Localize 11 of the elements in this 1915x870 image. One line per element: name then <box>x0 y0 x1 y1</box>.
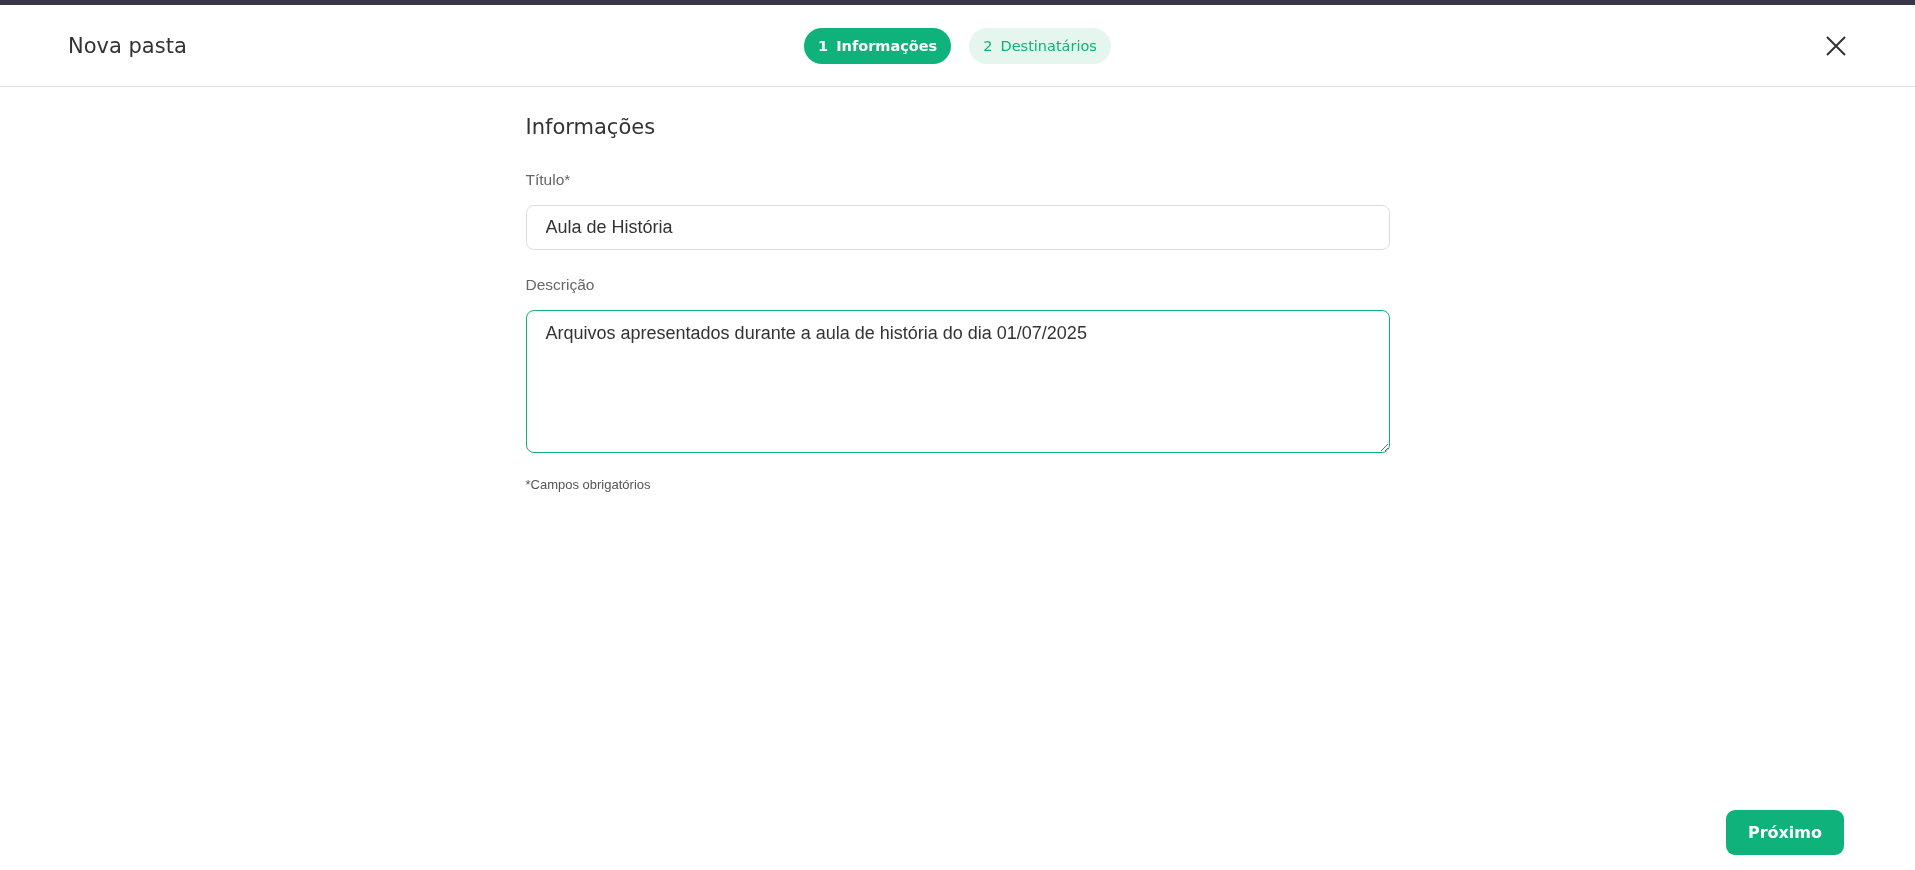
step-tab[interactable]: 2 Destinatários <box>969 27 1111 64</box>
field-label: Descrição <box>525 276 596 294</box>
title-field[interactable]: Aula de História <box>525 205 1390 250</box>
description-field[interactable]: Arquivos apresentados durante a aula de história do dia 01/07/2025 <box>525 310 1390 453</box>
section-title: Informações <box>525 115 657 139</box>
dialog-title: Nova pasta <box>68 33 188 58</box>
field-label: Título* <box>525 171 572 189</box>
required-note: *Campos obrigatórios <box>525 477 652 492</box>
close-button[interactable] <box>1825 34 1847 57</box>
step-tab[interactable]: 1 Informações <box>804 27 952 64</box>
next-button[interactable]: Próximo <box>1725 810 1844 855</box>
